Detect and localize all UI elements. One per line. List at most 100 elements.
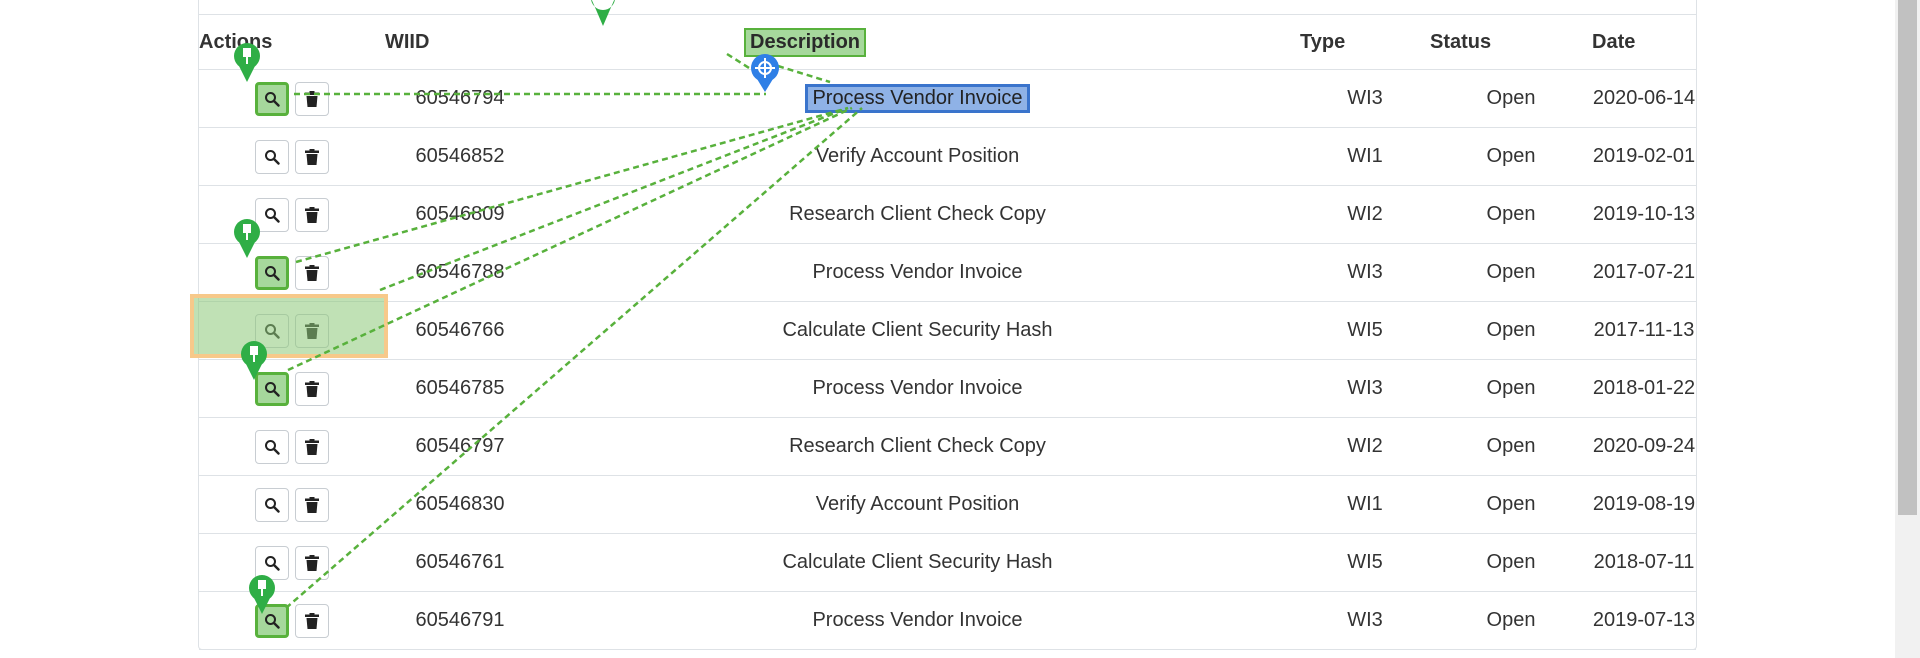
wiid-cell: 60546785 (385, 359, 535, 418)
search-icon (265, 613, 280, 629)
type-cell: WI2 (1300, 417, 1430, 476)
actions-cell (199, 591, 385, 650)
table-row: 60546794 Process Vendor Invoice WI3 Open… (199, 69, 1696, 128)
trash-icon (305, 496, 319, 513)
date-cell: 2017-11-13 (1592, 301, 1696, 360)
description-cell: Verify Account Position (535, 475, 1300, 534)
date-cell: 2020-09-24 (1592, 417, 1696, 476)
header-description[interactable]: Description (535, 14, 1300, 70)
actions-cell (199, 127, 385, 186)
status-cell: Open (1430, 243, 1592, 302)
delete-button[interactable] (295, 545, 329, 580)
view-button[interactable] (255, 197, 289, 232)
type-cell: WI1 (1300, 475, 1430, 534)
delete-button[interactable] (295, 603, 329, 638)
actions-cell-highlight (190, 294, 388, 358)
wiid-cell: 60546791 (385, 591, 535, 650)
view-button[interactable] (255, 487, 289, 522)
work-items-table: Actions WIID Description Type Status Dat… (199, 14, 1696, 650)
header-date[interactable]: Date (1592, 14, 1696, 70)
table-row: 60546766 Calculate Client Security Hash … (199, 301, 1696, 360)
table-row: 60546785 Process Vendor Invoice WI3 Open… (199, 359, 1696, 418)
wiid-cell: 60546761 (385, 533, 535, 592)
header-actions: Actions (199, 14, 385, 70)
delete-button[interactable] (295, 429, 329, 464)
delete-button[interactable] (295, 371, 329, 406)
status-cell: Open (1430, 359, 1592, 418)
actions-cell (199, 243, 385, 302)
delete-button[interactable] (295, 487, 329, 522)
description-cell: Process Vendor Invoice (535, 243, 1300, 302)
view-button[interactable] (255, 545, 289, 580)
actions-cell (199, 69, 385, 128)
actions-cell (199, 417, 385, 476)
date-cell: 2020-06-14 (1592, 69, 1696, 128)
delete-button[interactable] (295, 197, 329, 232)
view-button[interactable] (255, 603, 289, 638)
actions-cell (199, 185, 385, 244)
trash-icon (305, 554, 319, 571)
wiid-cell: 60546788 (385, 243, 535, 302)
status-cell: Open (1430, 533, 1592, 592)
search-icon (265, 555, 280, 571)
search-icon (265, 91, 280, 107)
view-button[interactable] (255, 139, 289, 174)
description-cell: Research Client Check Copy (535, 185, 1300, 244)
status-cell: Open (1430, 185, 1592, 244)
type-cell: WI1 (1300, 127, 1430, 186)
table-row: 60546761 Calculate Client Security Hash … (199, 533, 1696, 592)
description-text: Process Vendor Invoice (812, 609, 1023, 631)
description-selected[interactable]: Process Vendor Invoice (805, 84, 1030, 113)
date-cell: 2018-01-22 (1592, 359, 1696, 418)
description-text: Calculate Client Security Hash (782, 319, 1053, 341)
view-button[interactable] (255, 371, 289, 406)
type-cell: WI3 (1300, 69, 1430, 128)
date-cell: 2019-10-13 (1592, 185, 1696, 244)
table-row: 60546809 Research Client Check Copy WI2 … (199, 185, 1696, 244)
type-cell: WI5 (1300, 533, 1430, 592)
description-text: Research Client Check Copy (789, 435, 1046, 457)
header-type[interactable]: Type (1300, 14, 1430, 70)
view-button[interactable] (255, 429, 289, 464)
description-text: Verify Account Position (815, 493, 1020, 515)
delete-button[interactable] (295, 81, 329, 116)
view-button[interactable] (255, 255, 289, 290)
header-description-label[interactable]: Description (744, 27, 867, 57)
search-icon (265, 381, 280, 397)
date-cell: 2017-07-21 (1592, 243, 1696, 302)
wiid-cell: 60546766 (385, 301, 535, 360)
trash-icon (305, 90, 319, 107)
description-text: Process Vendor Invoice (812, 261, 1023, 283)
description-cell: Research Client Check Copy (535, 417, 1300, 476)
trash-icon (305, 206, 319, 223)
description-cell: Calculate Client Security Hash (535, 533, 1300, 592)
description-cell: Verify Account Position (535, 127, 1300, 186)
header-wiid[interactable]: WIID (385, 14, 535, 70)
description-text: Calculate Client Security Hash (782, 551, 1053, 573)
date-cell: 2019-07-13 (1592, 591, 1696, 650)
table-header-row: Actions WIID Description Type Status Dat… (199, 14, 1696, 70)
actions-cell (199, 475, 385, 534)
status-cell: Open (1430, 69, 1592, 128)
wiid-cell: 60546794 (385, 69, 535, 128)
status-cell: Open (1430, 591, 1592, 650)
search-icon (265, 265, 280, 281)
trash-icon (305, 148, 319, 165)
description-text: Process Vendor Invoice (812, 377, 1023, 399)
description-cell: Process Vendor Invoice (535, 591, 1300, 650)
description-cell: Calculate Client Security Hash (535, 301, 1300, 360)
view-button[interactable] (255, 81, 289, 116)
wiid-cell: 60546830 (385, 475, 535, 534)
search-icon (265, 497, 280, 513)
scrollbar-thumb[interactable] (1898, 0, 1917, 515)
header-status[interactable]: Status (1430, 14, 1592, 70)
type-cell: WI2 (1300, 185, 1430, 244)
search-icon (265, 207, 280, 223)
delete-button[interactable] (295, 139, 329, 174)
delete-button[interactable] (295, 255, 329, 290)
type-cell: WI5 (1300, 301, 1430, 360)
search-icon (265, 439, 280, 455)
description-cell: Process Vendor Invoice (535, 359, 1300, 418)
status-cell: Open (1430, 417, 1592, 476)
trash-icon (305, 264, 319, 281)
